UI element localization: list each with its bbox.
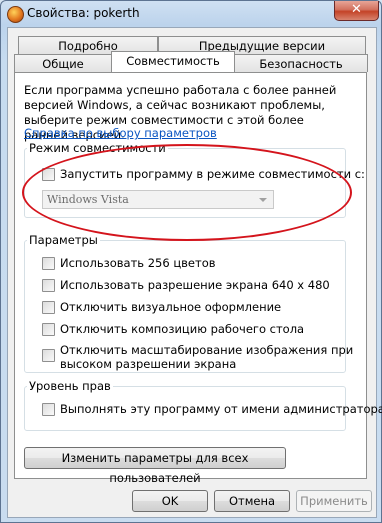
tab-compatibility[interactable]: Совместимость [111, 51, 235, 72]
run-as-admin-checkbox[interactable] [42, 403, 55, 416]
change-all-users-button[interactable]: Изменить параметры для всех пользователе… [24, 447, 286, 485]
compat-mode-checkbox-label: Запустить программу в режиме совместимос… [60, 167, 365, 181]
option-disable-dpi-scaling-checkbox[interactable] [42, 349, 55, 362]
privilege-group-label: Уровень прав [27, 379, 113, 393]
option-disable-composition-label: Отключить композицию рабочего стола [60, 322, 305, 336]
option-disable-visual-themes-label: Отключить визуальное оформление [60, 300, 282, 314]
app-icon [7, 6, 24, 23]
tab-general[interactable]: Общие [14, 54, 112, 72]
option-256-colors-label: Использовать 256 цветов [60, 256, 216, 270]
chevron-down-icon [259, 198, 267, 202]
compat-mode-checkbox[interactable] [42, 168, 55, 181]
option-640x480-checkbox[interactable] [42, 279, 55, 292]
os-version-select-value: Windows Vista [47, 193, 129, 206]
option-640x480-label: Использовать разрешение экрана 640 x 480 [60, 278, 330, 292]
compatibility-tab-panel: Если программа успешно работала с более … [14, 72, 382, 485]
dialog-client-area: Подробно Предыдущие версии Общие Совмест… [7, 27, 382, 518]
compat-mode-group-label: Режим совместимости [27, 141, 168, 155]
option-disable-composition-checkbox[interactable] [42, 323, 55, 336]
run-as-admin-label: Выполнять эту программу от имени админис… [60, 402, 382, 416]
properties-window: Свойства: pokerth ✕ Подробно Предыдущие … [0, 0, 382, 523]
option-256-colors-checkbox[interactable] [42, 257, 55, 270]
cancel-button[interactable]: Отмена [214, 490, 290, 512]
close-button[interactable]: ✕ [334, 1, 379, 21]
option-disable-visual-themes-checkbox[interactable] [42, 301, 55, 314]
option-disable-dpi-scaling-label-line2: высоком разрешении экрана [60, 357, 237, 371]
window-title: Свойства: pokerth [27, 6, 140, 20]
help-link[interactable]: Справка по выбору параметров [24, 126, 217, 140]
tab-security[interactable]: Безопасность [234, 54, 368, 72]
params-group-label: Параметры [27, 233, 100, 247]
os-version-select[interactable]: Windows Vista [42, 190, 274, 209]
option-disable-dpi-scaling-label: Отключить масштабирование изображения пр… [60, 343, 354, 357]
title-bar: Свойства: pokerth ✕ [1, 1, 381, 27]
ok-button[interactable]: OK [132, 490, 208, 512]
apply-button[interactable]: Применить [296, 490, 372, 512]
